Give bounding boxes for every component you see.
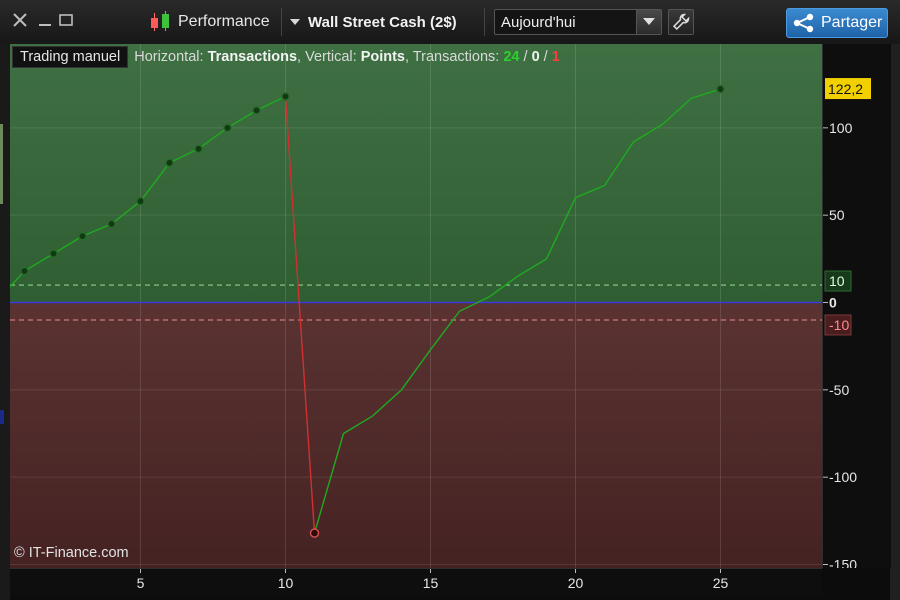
performance-label: Performance xyxy=(178,13,270,30)
x-tick-label: 10 xyxy=(278,575,294,591)
data-point xyxy=(20,266,29,276)
winning-count: 24 xyxy=(503,49,520,65)
chevron-down-icon[interactable] xyxy=(636,10,661,34)
y-tick-label: -100 xyxy=(829,469,857,485)
transactions-prefix: , Transactions: xyxy=(405,49,504,65)
neutral-count: 0 xyxy=(531,49,540,65)
period-value: Aujourd'hui xyxy=(501,13,576,31)
data-point xyxy=(165,158,174,168)
y-tick-label: 50 xyxy=(829,207,845,223)
chart-panel[interactable] xyxy=(0,44,822,568)
x-tick-label: 25 xyxy=(713,575,729,591)
performance-menu[interactable]: Performance xyxy=(150,10,270,34)
share-icon xyxy=(793,13,814,33)
chart-legend: Trading manuel Horizontal: Transactions,… xyxy=(12,46,560,68)
data-point xyxy=(281,92,290,101)
x-tick-label: 20 xyxy=(568,575,584,591)
y-tick-label: 0 xyxy=(829,295,837,311)
data-point xyxy=(49,249,58,258)
data-point-loss xyxy=(309,528,320,538)
band-badge-label: -10 xyxy=(829,317,849,333)
y-tick-label: 100 xyxy=(829,120,853,136)
vertical-prefix: , Vertical: xyxy=(297,49,361,65)
share-label: Partager xyxy=(821,14,883,31)
performance-chart[interactable] xyxy=(0,44,822,568)
y-axis[interactable]: 100 50 0 -50 -100 -150 10 -10 122,2 xyxy=(822,44,891,573)
settings-wrench-button[interactable] xyxy=(668,9,694,35)
data-point xyxy=(78,231,87,241)
left-edge xyxy=(0,44,10,600)
losing-count: 1 xyxy=(551,49,560,65)
wrench-icon xyxy=(672,13,690,31)
share-button[interactable]: Partager xyxy=(786,8,888,38)
data-point xyxy=(136,196,145,206)
period-select[interactable]: Aujourd'hui xyxy=(494,9,662,35)
instrument-selector[interactable]: Wall Street Cash (2$) xyxy=(290,10,457,34)
legend-slash: / xyxy=(519,49,532,65)
maximize-icon[interactable] xyxy=(58,12,74,32)
legend-slash: / xyxy=(539,49,552,65)
last-value-label: 122,2 xyxy=(828,81,863,97)
y-axis-labels: 100 50 0 -50 -100 -150 10 -10 122,2 xyxy=(823,78,871,573)
candlestick-icon xyxy=(150,10,174,34)
legend-text: Horizontal: Transactions, Vertical: Poin… xyxy=(134,49,560,65)
x-tick-label: 5 xyxy=(137,575,145,591)
y-tick-label: -50 xyxy=(829,382,849,398)
data-point xyxy=(194,144,203,154)
trading-mode-button[interactable]: Trading manuel xyxy=(12,46,129,68)
data-point xyxy=(716,84,725,94)
x-tick-label: 15 xyxy=(423,575,439,591)
horizontal-value: Transactions xyxy=(207,49,298,65)
toolbar-separator xyxy=(281,8,282,36)
x-axis-labels: 5 10 15 20 25 xyxy=(137,569,729,591)
minimize-icon[interactable] xyxy=(38,12,52,32)
loss-zone xyxy=(10,302,822,568)
toolbar-separator xyxy=(484,8,485,36)
x-axis[interactable]: 5 10 15 20 25 xyxy=(10,568,822,595)
toolbar: Performance Wall Street Cash (2$) Aujour… xyxy=(0,0,900,45)
right-edge xyxy=(890,44,900,600)
profit-zone xyxy=(10,44,822,303)
dropdown-triangle-icon xyxy=(290,19,300,25)
data-point xyxy=(223,123,232,133)
instrument-label: Wall Street Cash (2$) xyxy=(308,13,457,31)
data-point xyxy=(107,219,116,229)
band-badge-label: 10 xyxy=(829,273,845,289)
horizontal-prefix: Horizontal: xyxy=(134,49,208,65)
data-point xyxy=(252,106,261,115)
y-tick-label: -150 xyxy=(829,557,857,568)
close-icon[interactable] xyxy=(12,12,28,32)
copyright-watermark: © IT-Finance.com xyxy=(14,545,129,561)
vertical-value: Points xyxy=(360,49,405,65)
